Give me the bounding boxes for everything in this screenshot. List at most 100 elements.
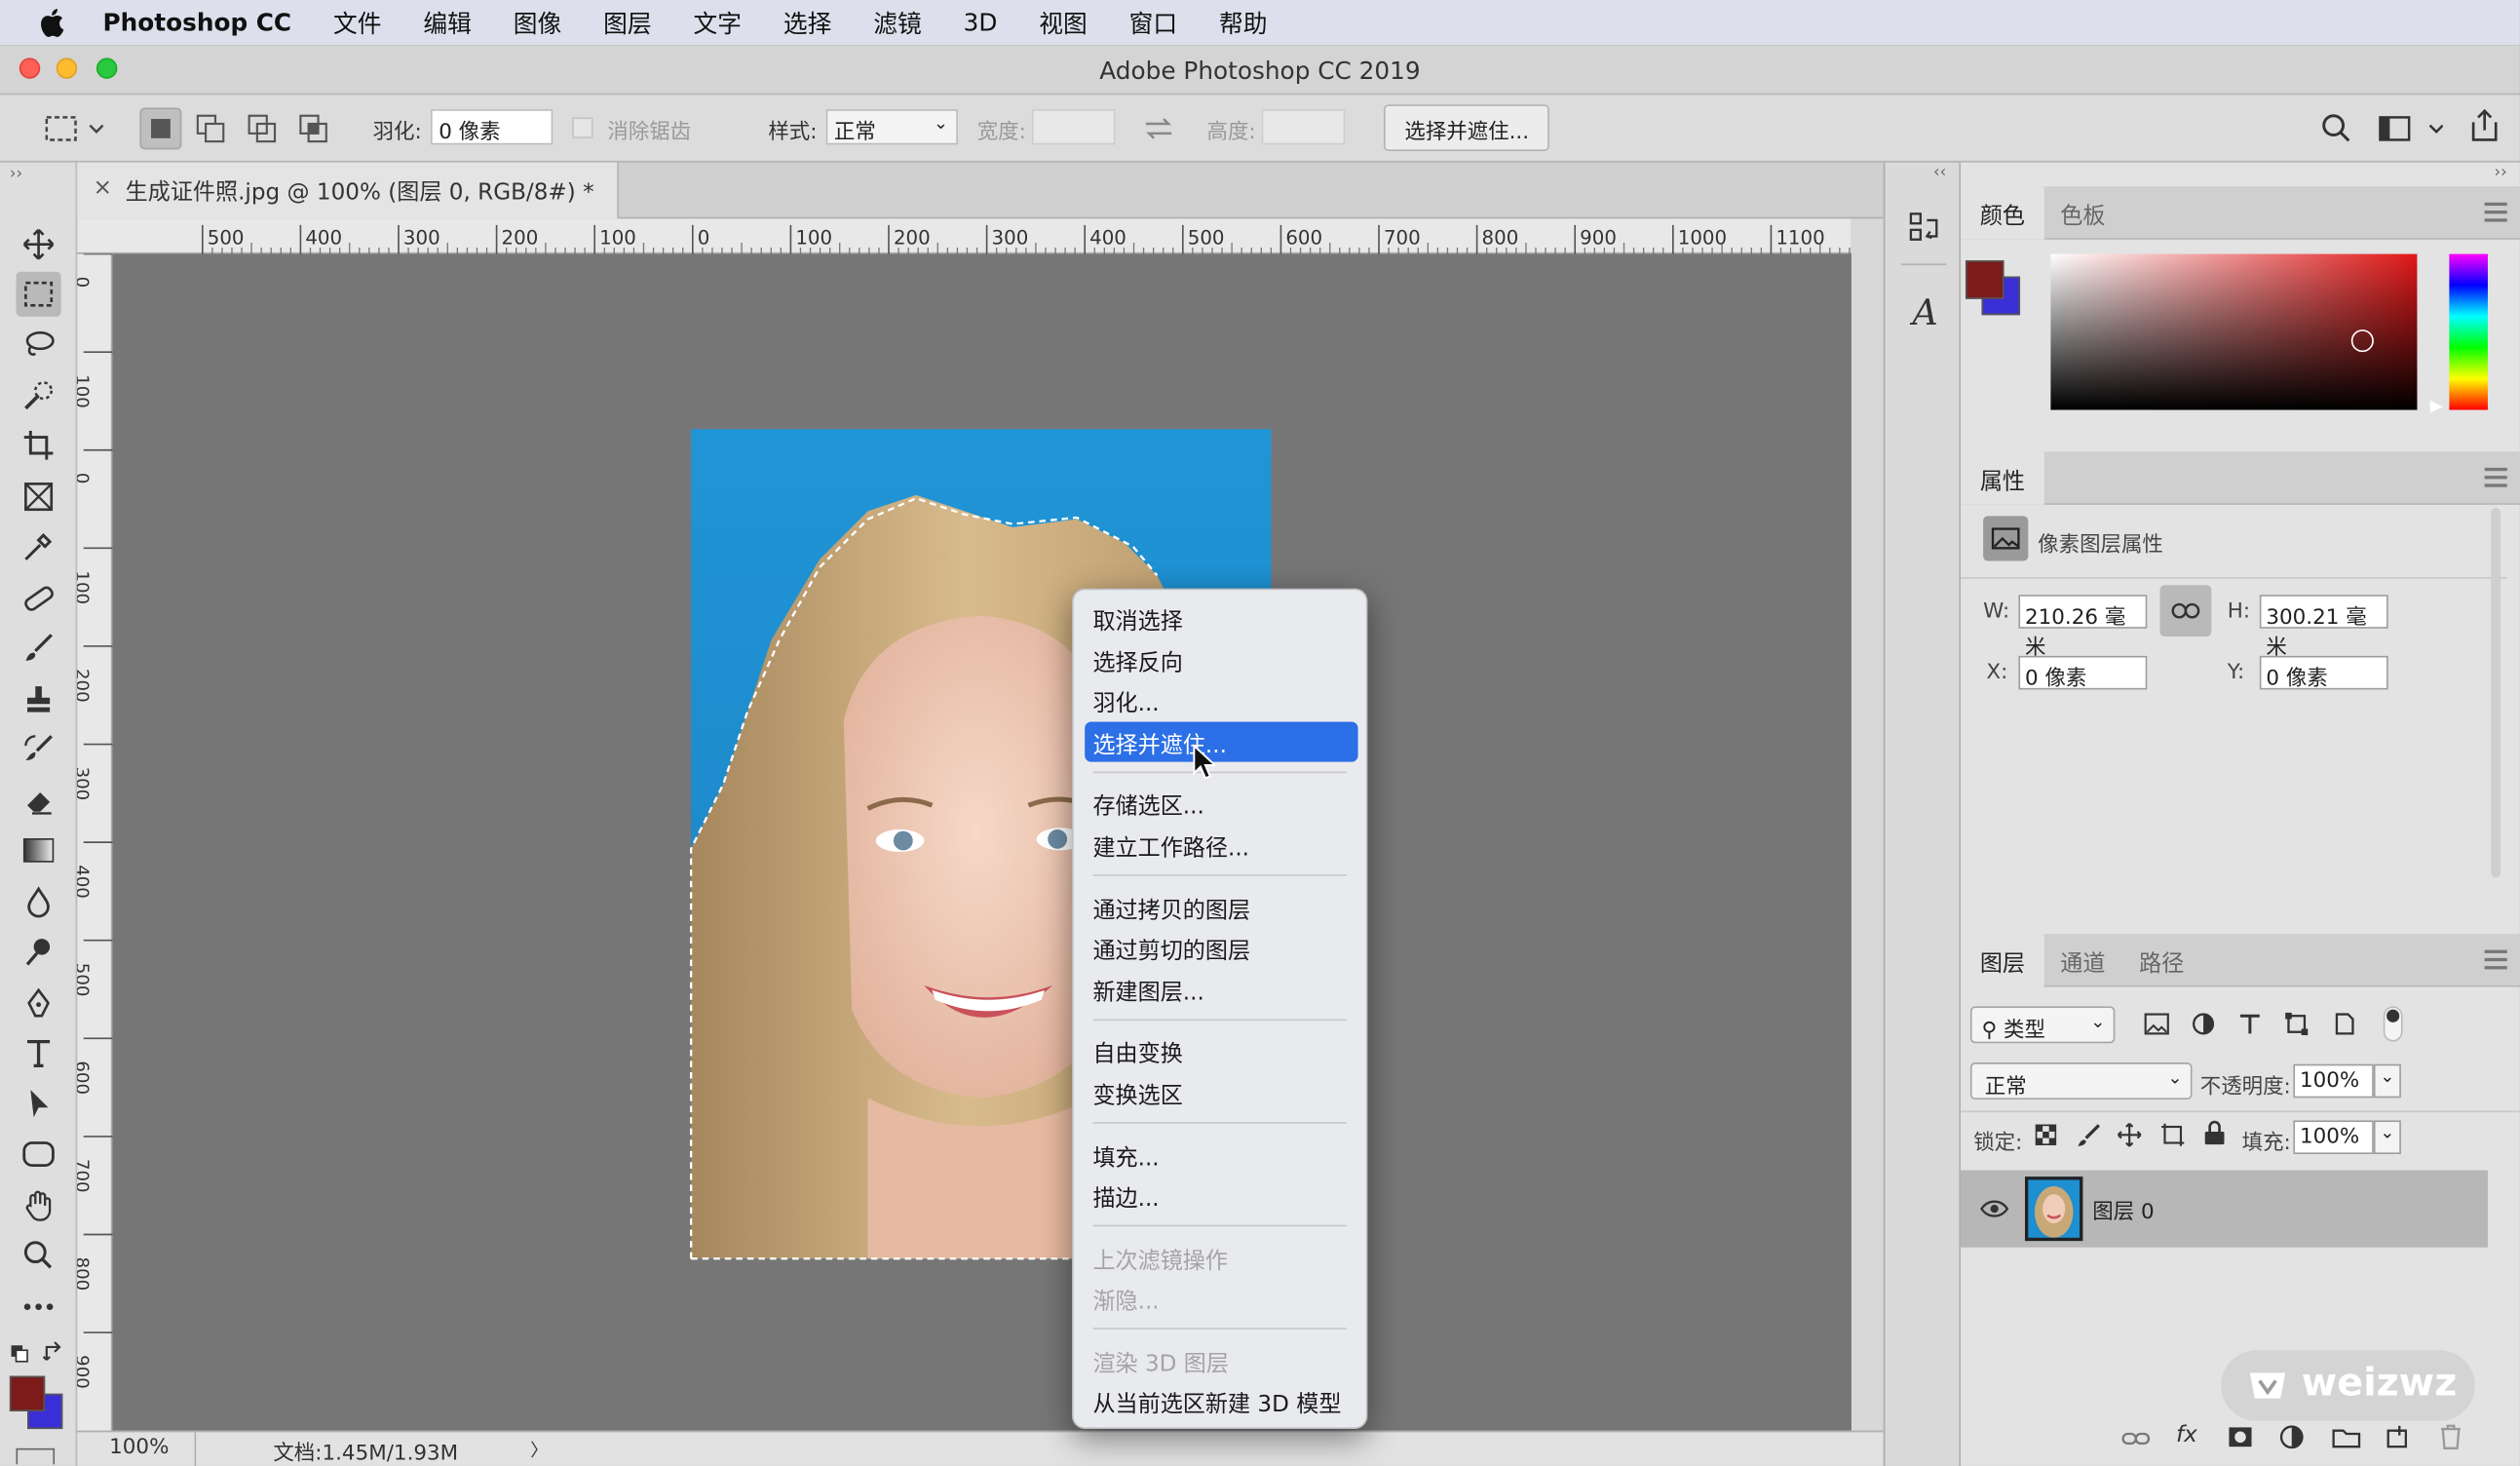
canvas-area[interactable] [112, 253, 1852, 1431]
ctx-feather[interactable]: 羽化... [1085, 680, 1357, 720]
subtract-selection-button[interactable] [241, 107, 283, 149]
new-layer-icon[interactable] [2385, 1424, 2410, 1449]
rect-marquee-tool[interactable] [16, 271, 61, 317]
opacity-dropdown-icon[interactable]: ⌄ [2373, 1063, 2401, 1099]
app-name-menu[interactable]: Photoshop CC [103, 8, 292, 37]
share-icon[interactable] [2468, 107, 2501, 142]
path-selection-tool[interactable] [16, 1082, 60, 1127]
crop-tool[interactable] [16, 423, 60, 468]
ctx-new-layer[interactable]: 新建图层... [1085, 969, 1357, 1009]
type-tool[interactable] [16, 1030, 60, 1075]
zoom-tool[interactable] [16, 1233, 60, 1278]
tab-color[interactable]: 颜色 [1961, 186, 2044, 240]
filter-pixel-icon[interactable] [2144, 1013, 2169, 1035]
intersect-selection-button[interactable] [292, 107, 334, 149]
menu-layer[interactable]: 图层 [603, 6, 652, 40]
height-input[interactable] [1261, 109, 1346, 145]
height-field[interactable]: 300.21 毫米 [2259, 595, 2388, 661]
layer-filter-select[interactable]: ⚲ 类型 ⌄ [1969, 1006, 2116, 1044]
antialias-checkbox[interactable] [572, 117, 593, 138]
color-panel-fg-swatch[interactable] [1965, 260, 2005, 299]
color-panel-menu-icon[interactable] [2484, 202, 2507, 227]
swap-colors-icon[interactable] [42, 1340, 64, 1363]
ctx-save-selection[interactable]: 存储选区... [1085, 783, 1357, 823]
tab-paths[interactable]: 路径 [2119, 934, 2203, 986]
blend-mode-select[interactable]: 正常 ⌄ [1969, 1062, 2193, 1100]
layer-name[interactable]: 图层 0 [2092, 1194, 2154, 1225]
marquee-preset-picker[interactable] [35, 107, 112, 149]
filter-shape-icon[interactable] [2284, 1011, 2310, 1036]
menu-view[interactable]: 视图 [1039, 6, 1088, 40]
ctx-layer-via-copy[interactable]: 通过拷贝的图层 [1085, 887, 1357, 927]
filter-type-icon[interactable] [2237, 1011, 2263, 1036]
move-tool[interactable] [16, 222, 60, 267]
frame-tool[interactable] [16, 474, 60, 519]
menu-filter[interactable]: 滤镜 [873, 6, 922, 40]
document-image[interactable] [112, 254, 1851, 1431]
zoom-level[interactable]: 100% [109, 1436, 169, 1460]
gradient-tool[interactable] [16, 828, 60, 872]
menu-file[interactable]: 文件 [333, 6, 382, 40]
menu-3d[interactable]: 3D [964, 8, 998, 37]
menu-select[interactable]: 选择 [783, 6, 832, 40]
fill-field[interactable]: 100% [2293, 1120, 2374, 1155]
clone-stamp-tool[interactable] [16, 676, 60, 721]
properties-panel-menu-icon[interactable] [2484, 467, 2507, 492]
foreground-color-swatch[interactable] [9, 1375, 46, 1411]
layer-mask-icon[interactable] [2228, 1426, 2253, 1448]
eraser-tool[interactable] [16, 778, 60, 823]
menu-type[interactable]: 文字 [693, 6, 742, 40]
lock-artboard-icon[interactable] [2160, 1122, 2186, 1147]
apple-logo-icon[interactable] [35, 5, 70, 40]
more-tools[interactable] [16, 1285, 60, 1330]
layer-row[interactable]: 图层 0 [1961, 1170, 2488, 1248]
hue-slider[interactable] [2449, 253, 2488, 410]
history-brush-tool[interactable] [16, 726, 60, 771]
brush-tool[interactable] [16, 625, 60, 670]
layer-style-icon[interactable]: fx [2176, 1422, 2197, 1447]
filter-toggle[interactable] [2383, 1006, 2403, 1042]
eye-icon[interactable] [1980, 1199, 2009, 1218]
y-field[interactable]: 0 像素 [2259, 655, 2388, 691]
dodge-tool[interactable] [16, 929, 60, 974]
link-layers-icon[interactable] [2121, 1429, 2151, 1448]
ctx-select-inverse[interactable]: 选择反向 [1085, 639, 1357, 679]
search-icon[interactable] [2320, 112, 2352, 144]
hue-slider-handle[interactable] [2429, 400, 2443, 413]
opacity-field[interactable]: 100% [2293, 1063, 2374, 1099]
quick-mask-icon[interactable] [16, 1447, 56, 1465]
filter-adjustment-icon[interactable] [2191, 1011, 2216, 1036]
filter-smart-object-icon[interactable] [2332, 1011, 2357, 1036]
delete-layer-icon[interactable] [2439, 1424, 2462, 1449]
workspace-icon[interactable] [2379, 114, 2443, 143]
tab-layers[interactable]: 图层 [1961, 934, 2044, 987]
hand-tool[interactable] [16, 1183, 60, 1228]
link-dimensions-button[interactable] [2159, 585, 2212, 637]
menu-edit[interactable]: 编辑 [423, 6, 472, 40]
blur-tool[interactable] [16, 879, 60, 924]
swap-dimensions-icon[interactable] [1143, 116, 1175, 141]
ctx-transform-selection[interactable]: 变换选区 [1085, 1072, 1357, 1112]
new-selection-button[interactable] [139, 107, 182, 150]
default-colors-icon[interactable] [10, 1344, 29, 1364]
collapse-toolbar-icon[interactable]: ›› [10, 166, 22, 183]
new-group-icon[interactable] [2332, 1426, 2361, 1448]
ctx-select-and-mask[interactable]: 选择并遮住... [1085, 721, 1358, 762]
layers-panel-menu-icon[interactable] [2484, 949, 2507, 975]
healing-brush-tool[interactable] [16, 575, 60, 620]
shape-tool[interactable] [16, 1132, 60, 1177]
lock-all-icon[interactable] [2203, 1120, 2226, 1145]
tab-swatches[interactable]: 色板 [2041, 186, 2124, 239]
width-input[interactable] [1031, 109, 1116, 145]
adjustment-layer-icon[interactable] [2279, 1424, 2305, 1449]
feather-input[interactable]: 0 像素 [430, 109, 554, 145]
ctx-free-transform[interactable]: 自由变换 [1085, 1030, 1357, 1070]
tab-channels[interactable]: 通道 [2041, 934, 2124, 986]
menu-image[interactable]: 图像 [514, 6, 562, 40]
vertical-scrollbar[interactable] [1851, 218, 1884, 1431]
collapse-dock-icon[interactable]: ‹‹ [1933, 164, 1946, 181]
glyphs-panel-icon[interactable]: A [1908, 294, 1943, 333]
x-field[interactable]: 0 像素 [2018, 655, 2148, 691]
ctx-deselect[interactable]: 取消选择 [1085, 598, 1357, 637]
ctx-fill[interactable]: 填充... [1085, 1135, 1357, 1175]
